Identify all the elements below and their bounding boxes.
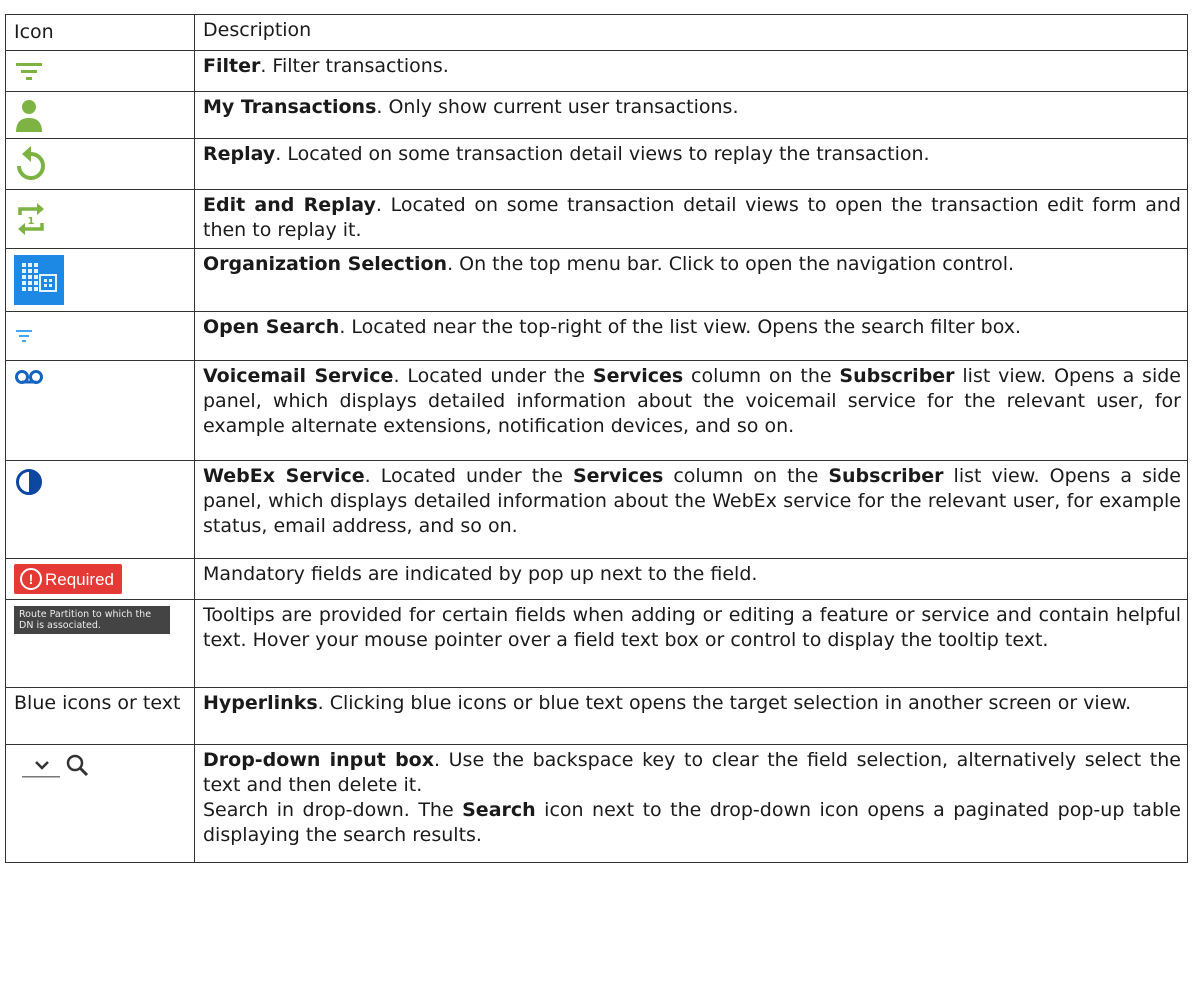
description-cell: Open Search. Located near the top-right … — [194, 311, 1188, 361]
table-row: Route Partition to which the DN is assoc… — [5, 599, 1188, 688]
person-icon — [16, 100, 42, 132]
required-badge: ! Required — [14, 564, 122, 594]
term: Organization Selection — [203, 253, 448, 275]
term: Replay — [203, 143, 276, 165]
edit-replay-icon: 1 — [18, 203, 44, 235]
table-header-row: Icon Description — [5, 14, 1188, 51]
term: Filter — [203, 55, 261, 77]
table-row: Blue icons or text Hyperlinks. Clicking … — [5, 687, 1188, 745]
description-cell: Tooltips are provided for certain fields… — [194, 599, 1188, 688]
term-search: Search — [462, 799, 536, 821]
icon-cell — [5, 744, 195, 863]
description-cell: WebEx Service. Located under the Service… — [194, 460, 1188, 559]
icon-cell — [5, 138, 195, 190]
term-services: Services — [592, 365, 684, 387]
description-cell: Voicemail Service. Located under the Ser… — [194, 360, 1188, 461]
svg-text:1: 1 — [28, 216, 35, 227]
description-cell: Drop-down input box. Use the backspace k… — [194, 744, 1188, 863]
description-cell: Hyperlinks. Clicking blue icons or blue … — [194, 687, 1188, 745]
table-row: Organization Selection. On the top menu … — [5, 248, 1188, 312]
description: Mandatory fields are indicated by pop up… — [203, 563, 758, 585]
table-row: Voicemail Service. Located under the Ser… — [5, 360, 1188, 461]
term-subscriber: Subscriber — [839, 365, 955, 387]
description: . Located near the top-right of the list… — [339, 316, 1022, 338]
description: . Only show current user transactions. — [376, 96, 739, 118]
description: column on the — [683, 365, 840, 387]
term: Edit and Replay — [203, 194, 376, 216]
term: Voicemail Service — [203, 365, 394, 387]
table-row: Drop-down input box. Use the backspace k… — [5, 744, 1188, 863]
description: Search in drop-down. The — [203, 799, 463, 821]
description: column on the — [663, 465, 829, 487]
description: . Clicking blue icons or blue text opens… — [317, 692, 1132, 714]
icon-cell — [5, 50, 195, 92]
tooltip-sample: Route Partition to which the DN is assoc… — [14, 606, 170, 634]
table-row: Open Search. Located near the top-right … — [5, 311, 1188, 361]
dropdown-search-icon — [22, 754, 89, 778]
term-subscriber: Subscriber — [828, 465, 944, 487]
description-cell: My Transactions. Only show current user … — [194, 91, 1188, 139]
blue-icons-text-label: Blue icons or text — [14, 692, 181, 714]
table-row: ! Required Mandatory fields are indicate… — [5, 558, 1188, 600]
term: My Transactions — [203, 96, 377, 118]
icon-cell: 1 — [5, 189, 195, 249]
description: . On the top menu bar. Click to open the… — [447, 253, 1015, 275]
icon-cell: Route Partition to which the DN is assoc… — [5, 599, 195, 688]
search-icon — [66, 754, 84, 772]
required-badge-label: Required — [45, 569, 114, 589]
icon-cell — [5, 248, 195, 312]
open-search-icon — [16, 330, 32, 342]
icon-cell — [5, 460, 195, 559]
table-row: Replay. Located on some transaction deta… — [5, 138, 1188, 190]
description: . Located on some transaction detail vie… — [275, 143, 930, 165]
alert-icon: ! — [20, 568, 42, 590]
description: Tooltips are provided for certain fields… — [203, 604, 1181, 651]
chevron-down-icon — [35, 761, 49, 770]
term-services: Services — [572, 465, 664, 487]
description-cell: Replay. Located on some transaction deta… — [194, 138, 1188, 190]
description: . Located under the — [393, 365, 593, 387]
header-icon: Icon — [5, 14, 195, 51]
header-description: Description — [194, 14, 1188, 51]
description-cell: Mandatory fields are indicated by pop up… — [194, 558, 1188, 600]
description-cell: Filter. Filter transactions. — [194, 50, 1188, 92]
voicemail-icon — [15, 370, 43, 384]
replay-icon — [17, 146, 45, 180]
organization-icon — [14, 255, 64, 305]
icon-cell — [5, 360, 195, 461]
table-row: WebEx Service. Located under the Service… — [5, 460, 1188, 559]
icons-table: Icon Description Filter. Filter transact… — [5, 14, 1188, 863]
term: WebEx Service — [203, 465, 365, 487]
filter-icon — [16, 63, 42, 80]
term: Hyperlinks — [203, 692, 318, 714]
term: Open Search — [203, 316, 340, 338]
icon-cell: ! Required — [5, 558, 195, 600]
table-row: My Transactions. Only show current user … — [5, 91, 1188, 139]
icon-cell: Blue icons or text — [5, 687, 195, 745]
term: Drop-down input box — [203, 749, 434, 771]
table-row: 1 Edit and Replay. Located on some trans… — [5, 189, 1188, 249]
description-cell: Edit and Replay. Located on some transac… — [194, 189, 1188, 249]
description: . Located under the — [364, 465, 573, 487]
webex-icon — [16, 469, 42, 495]
description-cell: Organization Selection. On the top menu … — [194, 248, 1188, 312]
table-row: Filter. Filter transactions. — [5, 50, 1188, 92]
icon-cell — [5, 311, 195, 361]
description: . Filter transactions. — [260, 55, 449, 77]
icon-cell — [5, 91, 195, 139]
